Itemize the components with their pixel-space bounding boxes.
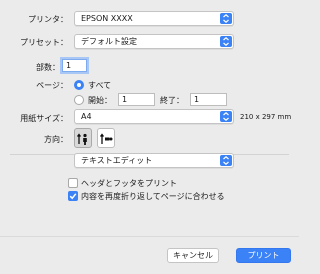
- chevron-updown-icon: [220, 13, 232, 24]
- section-value: テキストエディット: [81, 156, 153, 165]
- checkmark-icon: [69, 193, 77, 200]
- preset-popup[interactable]: デフォルト設定: [74, 34, 234, 49]
- chevron-updown-icon: [220, 36, 232, 47]
- copies-input[interactable]: 1: [62, 59, 87, 72]
- separator: [0, 236, 299, 237]
- printer-label: プリンタ：: [28, 15, 68, 24]
- printer-popup[interactable]: EPSON XXXX: [74, 11, 234, 26]
- paper-size-value: A4: [81, 112, 92, 121]
- print-button[interactable]: プリント: [236, 248, 291, 263]
- pages-from-label: 開始：: [88, 96, 112, 105]
- paper-size-dimensions: 210 x 297 mm: [240, 113, 292, 121]
- header-footer-label: ヘッダとフッタをプリント: [81, 179, 177, 188]
- paper-size-popup[interactable]: A4: [74, 109, 234, 124]
- cancel-button[interactable]: キャンセル: [167, 248, 219, 263]
- orientation-landscape-button[interactable]: [97, 128, 115, 148]
- pages-from-input[interactable]: 1: [118, 93, 155, 106]
- landscape-icon: [99, 133, 113, 144]
- chevron-updown-icon: [220, 111, 232, 122]
- section-popup[interactable]: テキストエディット: [74, 153, 234, 168]
- chevron-updown-icon: [220, 155, 232, 166]
- header-footer-checkbox[interactable]: [68, 178, 78, 188]
- orientation-label: 方向：: [44, 135, 68, 144]
- rewrap-checkbox[interactable]: [68, 191, 78, 201]
- pages-label: ページ：: [36, 81, 68, 90]
- preset-label: プリセット：: [20, 38, 68, 47]
- pages-to-input[interactable]: 1: [190, 93, 227, 106]
- rewrap-label: 内容を再度折り返してページに合わせる: [81, 192, 225, 201]
- orientation-portrait-button[interactable]: [74, 128, 92, 148]
- copies-label: 部数：: [36, 63, 60, 72]
- printer-value: EPSON XXXX: [81, 14, 133, 23]
- pages-all-radio[interactable]: [74, 80, 84, 90]
- preset-value: デフォルト設定: [81, 37, 137, 46]
- portrait-icon: [76, 133, 87, 145]
- pages-to-label: 終了：: [160, 96, 184, 105]
- pages-all-label: すべて: [88, 81, 112, 90]
- pages-range-radio[interactable]: [74, 95, 84, 105]
- paper-size-label: 用紙サイズ：: [20, 114, 68, 123]
